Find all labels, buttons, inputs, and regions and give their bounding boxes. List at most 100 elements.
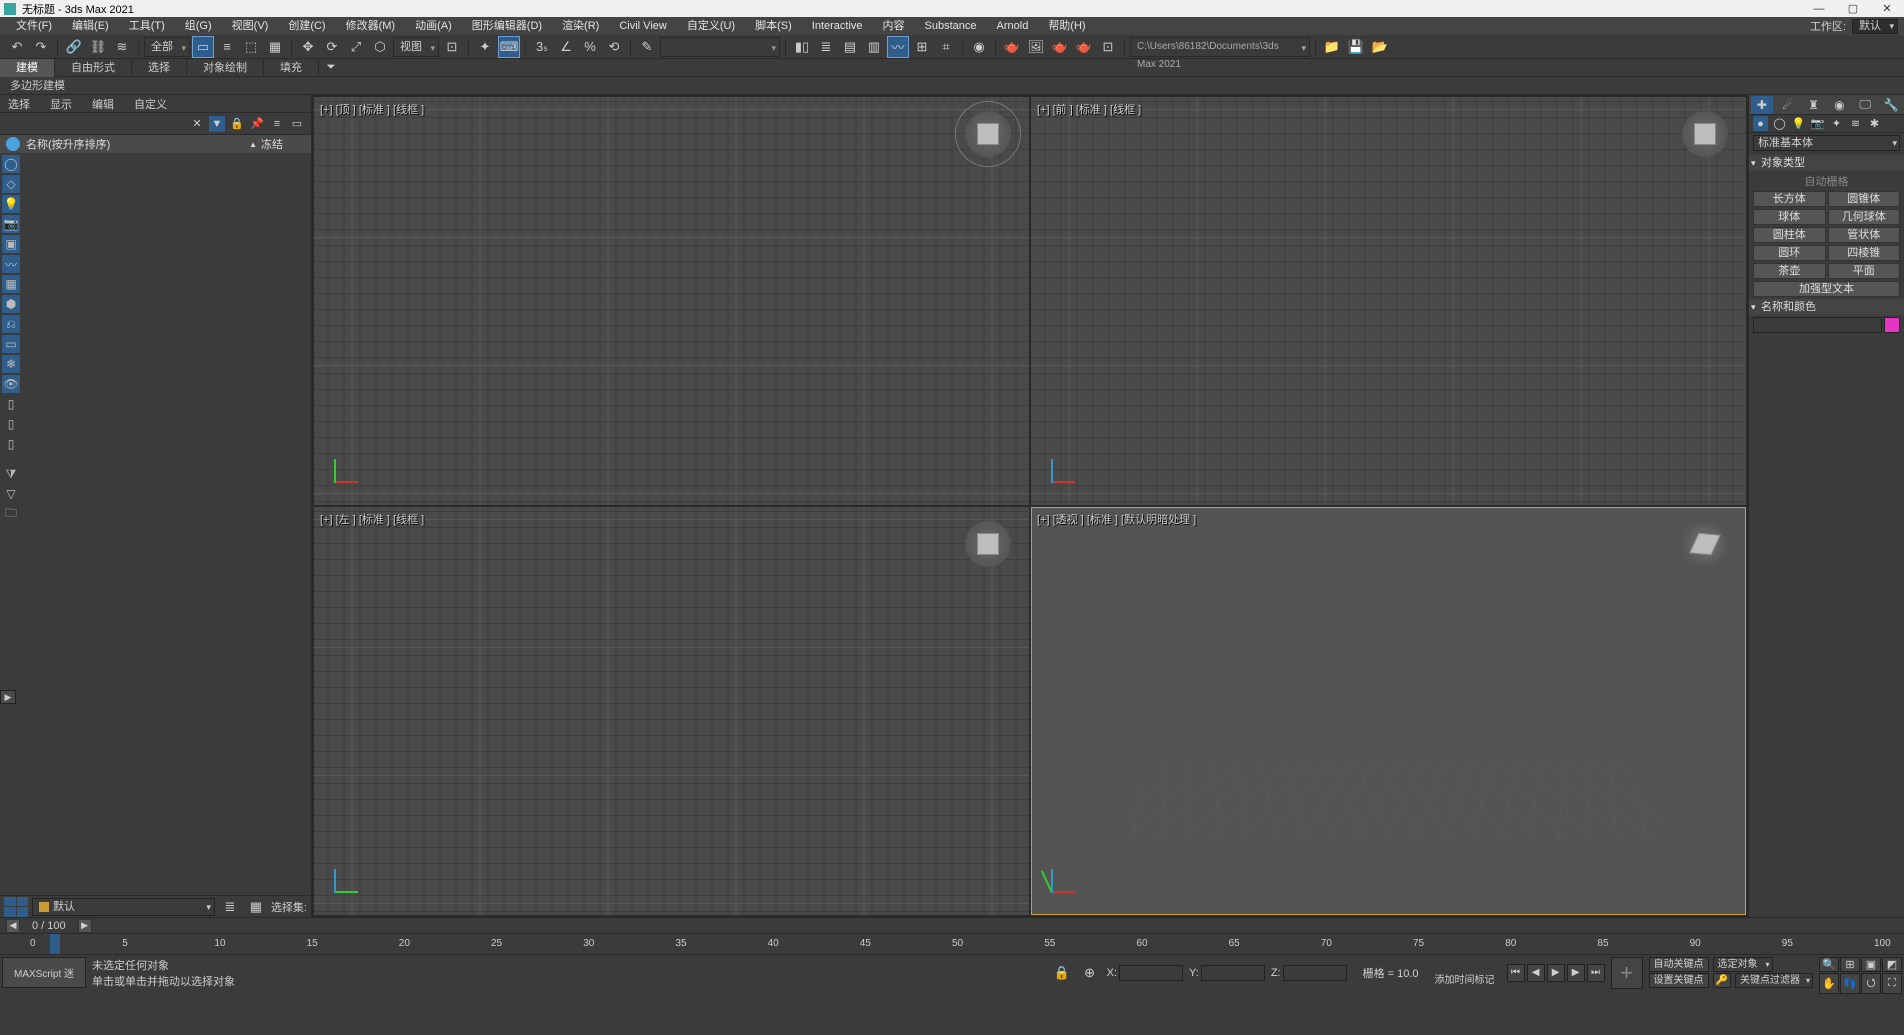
add-time-tag[interactable]: 添加时间标记 (1435, 971, 1495, 986)
create-lights-icon[interactable]: 💡 (1791, 116, 1806, 131)
obj-sphere[interactable]: 球体 (1753, 209, 1826, 225)
manipulate-button[interactable]: ✦ (474, 36, 496, 58)
rollout-namecolor[interactable]: 名称和颜色 (1749, 299, 1904, 315)
scene-list-body[interactable] (22, 153, 311, 895)
obj-plane[interactable]: 平面 (1828, 263, 1901, 279)
scale-button[interactable]: ⤢ (345, 36, 367, 58)
menu-customize[interactable]: 自定义(U) (677, 17, 745, 35)
menu-substance[interactable]: Substance (915, 17, 987, 35)
x-input[interactable] (1119, 965, 1183, 981)
filter-helper-icon[interactable]: ▣ (2, 235, 20, 253)
menu-grapheditors[interactable]: 图形编辑器(D) (462, 17, 552, 35)
filter-geometry-icon[interactable]: ◯ (2, 155, 20, 173)
cmd-tab-create[interactable]: ✚ (1751, 96, 1773, 114)
maxscript-listener[interactable]: MAXScript 迷 (2, 957, 86, 988)
create-cameras-icon[interactable]: 📷 (1810, 116, 1825, 131)
prev-frame-button[interactable]: ◀ (1527, 964, 1545, 982)
curve-editor-button[interactable]: 〰 (887, 36, 909, 58)
selection-filter-dropdown[interactable]: 全部 (144, 37, 190, 57)
link-button[interactable]: 🔗 (63, 36, 85, 58)
filter-xref-icon[interactable]: ⬢ (2, 295, 20, 313)
layer-isolate-icon[interactable]: ▦ (245, 896, 267, 918)
ribbon-tab-selection[interactable]: 选择 (132, 59, 187, 77)
select-by-name-button[interactable]: ≡ (216, 36, 238, 58)
time-slider-marker[interactable] (50, 934, 60, 954)
render-iterate-button[interactable]: 🫖 (1073, 36, 1095, 58)
obj-cone[interactable]: 圆锥体 (1828, 191, 1901, 207)
trackbar-expand-icon[interactable]: ▶ (0, 690, 16, 704)
viewport-layout-icon[interactable] (4, 897, 28, 917)
create-systems-icon[interactable]: ✱ (1867, 116, 1882, 131)
filter-spacewarp-icon[interactable]: 〰 (2, 255, 20, 273)
set-key-button[interactable]: 设置关键点 (1649, 973, 1709, 988)
layer-dropdown[interactable]: 默认 (32, 898, 215, 916)
obj-box[interactable]: 长方体 (1753, 191, 1826, 207)
filter-tri-icon[interactable]: ▽ (2, 485, 20, 503)
cmd-tab-motion[interactable]: ◉ (1828, 96, 1850, 114)
create-geometry-icon[interactable]: ● (1753, 116, 1768, 131)
category-dropdown[interactable]: 标准基本体 (1753, 135, 1900, 151)
menu-modifiers[interactable]: 修改器(M) (336, 17, 406, 35)
time-ruler[interactable]: 0510152025303540455055606570758085909510… (0, 933, 1904, 954)
angle-snap-toggle[interactable]: ∠ (555, 36, 577, 58)
ribbon-panel-label[interactable]: 多边形建模 (0, 77, 1904, 95)
render-prod-button[interactable]: 🫖 (1049, 36, 1071, 58)
toggle-ribbon-button[interactable]: ▥ (863, 36, 885, 58)
named-selection-dropdown[interactable] (660, 37, 780, 57)
menu-scripting[interactable]: 脚本(S) (745, 17, 802, 35)
menu-civilview[interactable]: Civil View (609, 17, 676, 35)
viewport-left[interactable]: [+] [左 ] [标准 ] [线框 ] (314, 507, 1029, 915)
list-icon[interactable]: ≡ (269, 116, 285, 132)
ribbon-toggle-icon[interactable]: ⏷ (319, 61, 343, 74)
use-pivot-center-button[interactable]: ⊡ (441, 36, 463, 58)
create-spacewarps-icon[interactable]: ≋ (1848, 116, 1863, 131)
viewport-persp-label[interactable]: [+] [透视 ] [标准 ] [默认明暗处理 ] (1037, 511, 1196, 527)
autogrid-checkbox[interactable]: 自动栅格 (1749, 171, 1904, 191)
mirror-button[interactable]: ▮▯ (791, 36, 813, 58)
viewcube-top[interactable] (965, 111, 1011, 157)
filter-blank1-icon[interactable]: ▯ (2, 395, 20, 413)
menu-edit[interactable]: 编辑(E) (62, 17, 119, 35)
frame-next-button[interactable]: ▶ (78, 919, 92, 933)
object-name-input[interactable] (1753, 317, 1882, 333)
material-editor-button[interactable]: ◉ (968, 36, 990, 58)
cmd-tab-utilities[interactable]: 🔧 (1880, 96, 1902, 114)
ribbon-tab-populate[interactable]: 填充 (264, 59, 319, 77)
play-button[interactable]: ▶ (1547, 964, 1565, 982)
pan-button[interactable]: ✋ (1819, 973, 1839, 994)
filter-camera-icon[interactable]: 📷 (2, 215, 20, 233)
zoom-all-button[interactable]: ⊞ (1840, 957, 1860, 972)
goto-start-button[interactable]: ⏮ (1507, 964, 1525, 982)
viewport-front[interactable]: [+] [前 ] [标准 ] [线框 ] (1031, 97, 1746, 505)
minimize-button[interactable]: — (1802, 0, 1836, 17)
key-selected-dropdown[interactable]: 选定对象 (1713, 957, 1773, 972)
autoback-button[interactable]: 💾 (1345, 36, 1367, 58)
scene-tab-edit[interactable]: 编辑 (92, 96, 114, 112)
menu-help[interactable]: 帮助(H) (1038, 17, 1095, 35)
rendered-frame-button[interactable]: 🖼 (1025, 36, 1047, 58)
cmd-tab-hierarchy[interactable]: ♜ (1803, 96, 1825, 114)
sphere-filter-icon[interactable] (6, 137, 20, 151)
undo-button[interactable]: ↶ (6, 36, 28, 58)
filter-blank3-icon[interactable]: ▯ (2, 435, 20, 453)
menu-interactive[interactable]: Interactive (802, 17, 873, 35)
filter-frozen-icon[interactable]: ❄ (2, 355, 20, 373)
obj-textplus[interactable]: 加强型文本 (1753, 281, 1900, 297)
orbit-button[interactable]: ⭯ (1861, 973, 1881, 994)
expand-icon[interactable]: ▭ (289, 116, 305, 132)
lock-icon[interactable]: 🔒 (229, 116, 245, 132)
scene-tab-select[interactable]: 选择 (8, 96, 30, 112)
zoom-region-button[interactable]: ◩ (1882, 957, 1902, 972)
ribbon-tab-modeling[interactable]: 建模 (0, 59, 55, 77)
filter-bone-icon[interactable]: ⎌ (2, 315, 20, 333)
align-button[interactable]: ≣ (815, 36, 837, 58)
render-setup-button[interactable]: 🫖 (1001, 36, 1023, 58)
lock-selection-icon[interactable]: 🔒 (1051, 962, 1073, 984)
create-shapes-icon[interactable]: ◯ (1772, 116, 1787, 131)
scene-tab-display[interactable]: 显示 (50, 96, 72, 112)
key-filters-dropdown[interactable]: 关键点过滤器 (1735, 973, 1813, 988)
redo-button[interactable]: ↷ (30, 36, 52, 58)
percent-snap-toggle[interactable]: % (579, 36, 601, 58)
create-helpers-icon[interactable]: ✦ (1829, 116, 1844, 131)
snaps-toggle[interactable]: 3ₛ (531, 36, 553, 58)
